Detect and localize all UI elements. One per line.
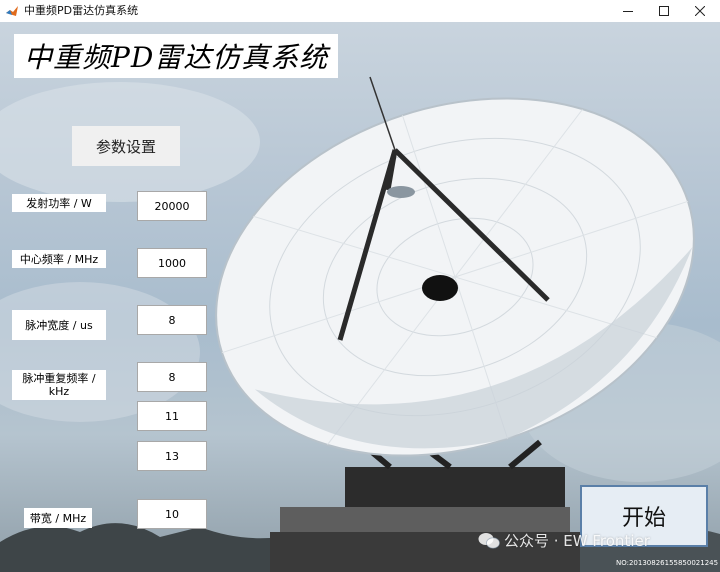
main-title: 中重频PD雷达仿真系统 [14, 34, 338, 78]
pulse-width-label: 脉冲宽度 / us [12, 310, 106, 340]
parameter-settings-button[interactable]: 参数设置 [72, 126, 180, 166]
bandwidth-label: 带宽 / MHz [24, 508, 92, 528]
close-button[interactable] [682, 0, 718, 22]
prf-label: 脉冲重复频率 / kHz [12, 370, 106, 400]
maximize-icon [659, 6, 669, 16]
matlab-app-icon [6, 6, 18, 16]
photo-id-stamp: NO:20130826155850021245 [616, 559, 719, 567]
watermark-text: 公众号 · EW Frontier [504, 532, 650, 550]
window-title: 中重频PD雷达仿真系统 [24, 4, 139, 17]
prf-input-2[interactable] [137, 401, 207, 431]
power-label: 发射功率 / W [12, 194, 106, 212]
maximize-button[interactable] [646, 0, 682, 22]
app-content: 中重频PD雷达仿真系统 参数设置 发射功率 / W 中心频率 / MHz 脉冲宽… [0, 22, 720, 572]
center-freq-input[interactable] [137, 248, 207, 278]
minimize-icon [623, 11, 633, 12]
watermark: 公众号 · EW Frontier [478, 530, 650, 551]
power-input[interactable] [137, 191, 207, 221]
prf-input-3[interactable] [137, 441, 207, 471]
window-titlebar: 中重频PD雷达仿真系统 [0, 0, 720, 23]
pulse-width-input[interactable] [137, 305, 207, 335]
center-freq-label: 中心频率 / MHz [12, 250, 106, 268]
prf-input-1[interactable] [137, 362, 207, 392]
bandwidth-input[interactable] [137, 499, 207, 529]
minimize-button[interactable] [610, 0, 646, 22]
close-icon [695, 6, 705, 16]
wechat-icon [478, 532, 500, 549]
